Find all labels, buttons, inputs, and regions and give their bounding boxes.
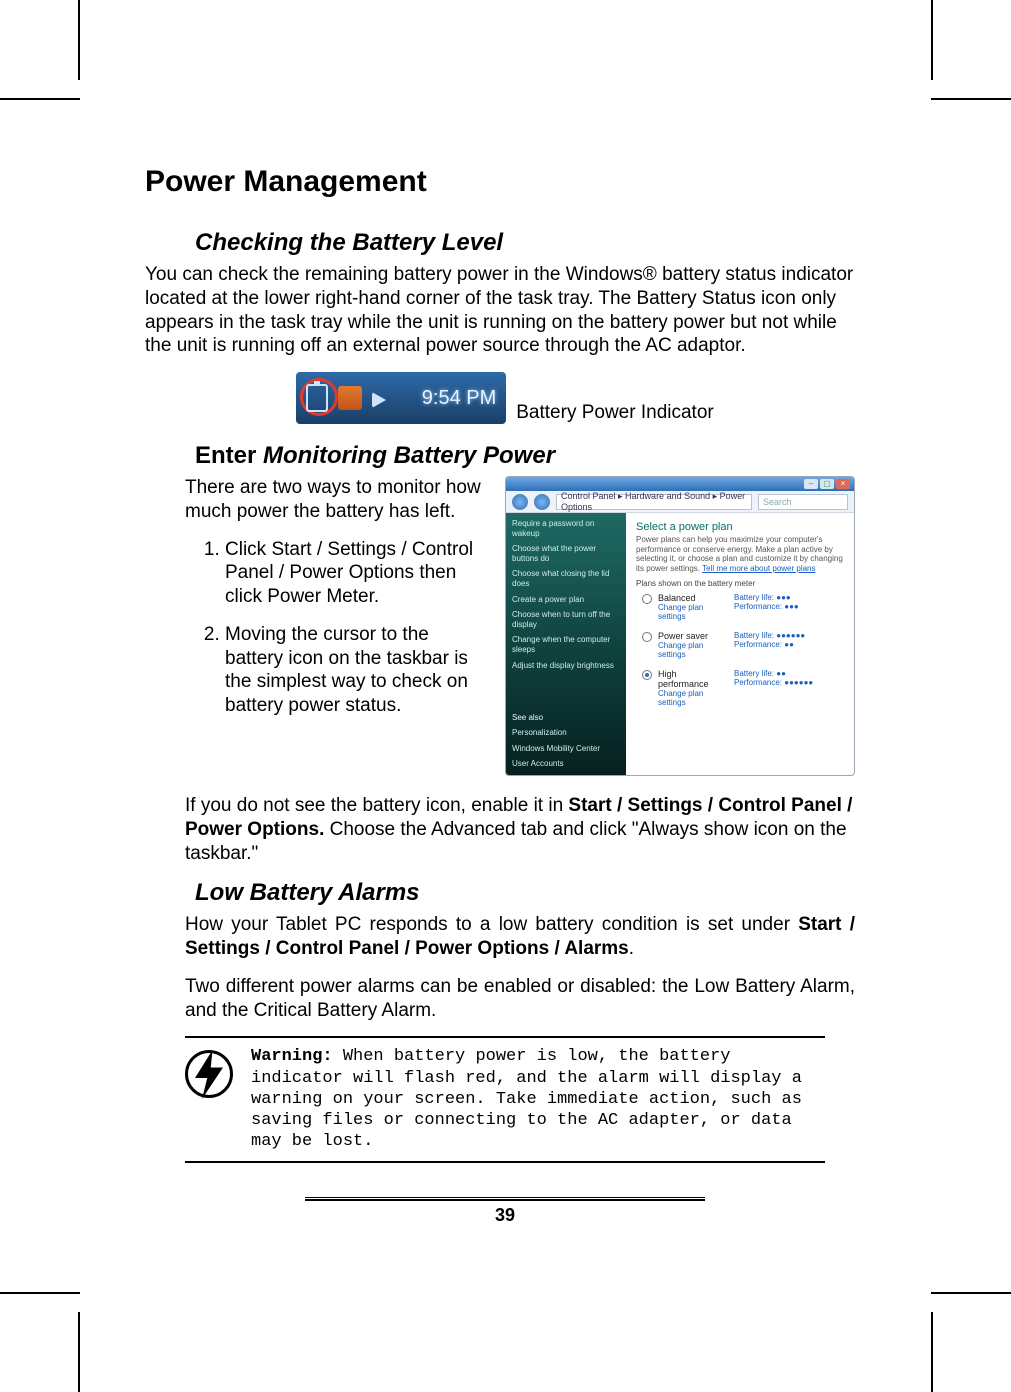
sidebar-see-also-item: Windows Mobility Center [512,744,620,754]
power-options-description: Power plans can help you maximize your c… [636,535,844,573]
window-maximize-icon: ▢ [820,479,834,489]
section-low-heading: Low Battery Alarms [195,879,865,907]
plan-performance: Performance: ●● [734,640,844,649]
sidebar-see-also: See also [512,713,620,722]
taskbar-clock: 9:54 PM [422,387,496,410]
radio-icon [642,670,652,680]
plan-performance: Performance: ●●●●●● [734,678,844,687]
taskbar-caption: Battery Power Indicator [516,402,713,424]
radio-icon [642,594,652,604]
power-plan-row: Balanced Change plan settings Battery li… [642,593,844,621]
sidebar-see-also-item: Personalization [512,728,620,738]
breadcrumb: Control Panel ▸ Hardware and Sound ▸ Pow… [556,494,752,510]
enable-note: If you do not see the battery icon, enab… [185,794,855,865]
plan-battery-life: Battery life: ●●●●●● [734,631,844,640]
change-plan-link: Change plan settings [658,641,728,659]
section-monitoring-heading: Enter Monitoring Battery Power [195,442,865,470]
section-checking-heading: Checking the Battery Level [195,229,865,257]
sidebar-item: Choose when to turn off the display [512,610,620,629]
nav-forward-icon [534,494,550,510]
low-paragraph-1: How your Tablet PC responds to a low bat… [185,913,855,961]
monitoring-prefix: Enter [195,442,263,469]
low-paragraph-2: Two different power alarms can be enable… [185,975,855,1023]
sidebar-item: Create a power plan [512,595,620,605]
warning-bolt-icon [185,1050,233,1098]
monitoring-step-1: Click Start / Settings / Control Panel /… [225,538,485,609]
change-plan-link: Change plan settings [658,603,728,621]
sidebar-item: Adjust the display brightness [512,661,620,671]
footer-rule [305,1197,705,1201]
search-input: Search [758,494,848,510]
change-plan-link: Change plan settings [658,689,728,707]
checking-paragraph: You can check the remaining battery powe… [145,263,865,358]
nav-back-icon [512,494,528,510]
sidebar-item: Choose what the power buttons do [512,544,620,563]
plan-battery-life: Battery life: ●● [734,669,844,678]
monitoring-intro: There are two ways to monitor how much p… [185,476,485,524]
plan-name: Power saver [658,631,728,641]
window-minimize-icon: – [804,479,818,489]
action-center-icon [338,386,362,410]
power-options-sidebar: Require a password on wakeup Choose what… [506,513,626,775]
plan-performance: Performance: ●●● [734,602,844,611]
sidebar-item: Require a password on wakeup [512,519,620,538]
power-options-screenshot: – ▢ × Control Panel ▸ Hardware and Sound… [505,476,855,776]
sidebar-item: Change when the computer sleeps [512,635,620,654]
page-title: Power Management [145,165,865,199]
plan-name: Balanced [658,593,728,603]
taskbar-tray-figure: 9:54 PM [296,372,506,424]
page-number: 39 [145,1205,865,1226]
sidebar-item: Choose what closing the lid does [512,569,620,588]
tell-me-more-link: Tell me more about power plans [702,564,815,573]
power-plan-row: Power saver Change plan settings Battery… [642,631,844,659]
power-plan-row: High performance Change plan settings Ba… [642,669,844,707]
radio-icon [642,632,652,642]
plan-name: High performance [658,669,728,689]
monitoring-title: Monitoring Battery Power [263,442,555,469]
sidebar-see-also-item: User Accounts [512,759,620,769]
plan-battery-life: Battery life: ●●● [734,593,844,602]
volume-icon [372,392,386,408]
power-options-subheading: Plans shown on the battery meter [636,579,844,588]
warning-block: Warning: When battery power is low, the … [185,1036,825,1162]
window-close-icon: × [836,479,850,489]
warning-text: Warning: When battery power is low, the … [251,1046,825,1152]
power-options-heading: Select a power plan [636,521,844,533]
battery-icon [306,384,328,412]
monitoring-step-2: Moving the cursor to the battery icon on… [225,623,485,718]
